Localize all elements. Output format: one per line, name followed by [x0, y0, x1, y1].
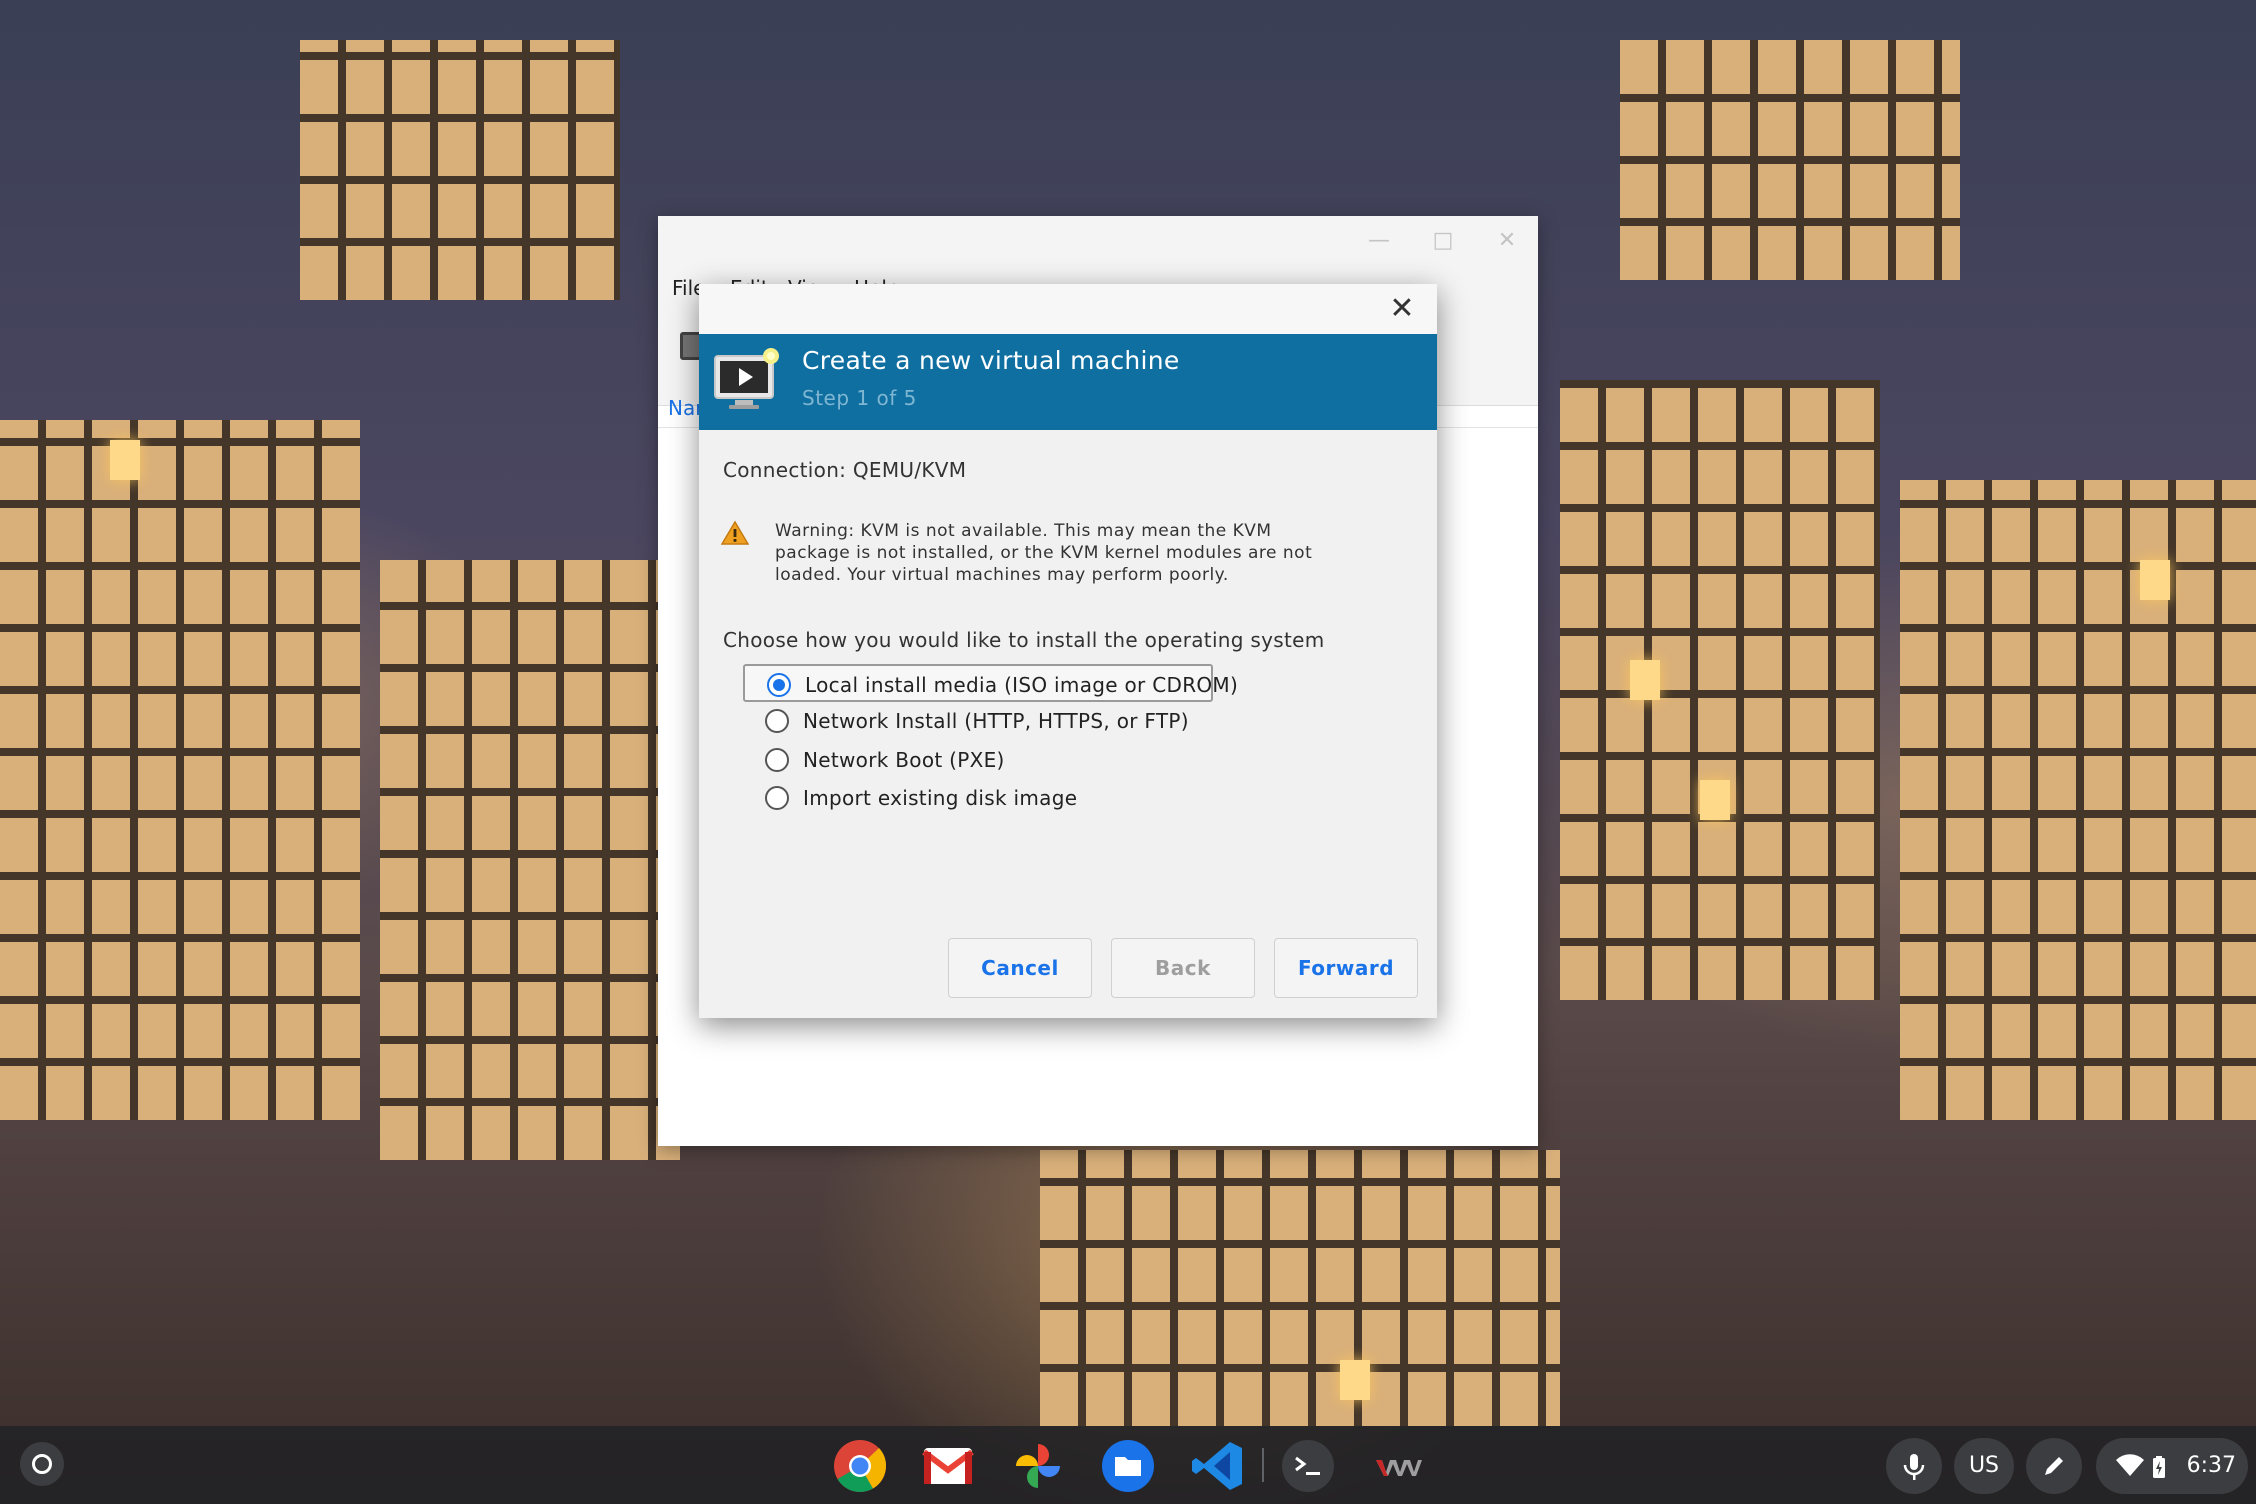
wallpaper-house	[1040, 1150, 1560, 1426]
wallpaper-lit-window	[1340, 1360, 1370, 1400]
battery-icon	[2153, 1456, 2165, 1478]
cancel-button[interactable]: Cancel	[948, 938, 1092, 998]
install-method-label: Choose how you would like to install the…	[723, 628, 1325, 652]
forward-button[interactable]: Forward	[1274, 938, 1418, 998]
pen-icon	[2045, 1457, 2063, 1475]
dialog-title: Create a new virtual machine	[802, 346, 1180, 375]
wallpaper-lit-window	[1700, 780, 1730, 820]
virt-manager-icon[interactable]	[1370, 1438, 1426, 1494]
chrome-icon[interactable]	[832, 1438, 888, 1494]
radio-network-boot[interactable]: Network Boot (PXE)	[743, 741, 1213, 779]
wallpaper-house	[0, 420, 360, 1120]
radio-local-install-media[interactable]: Local install media (ISO image or CDROM)	[743, 664, 1238, 702]
radio-label: Network Install (HTTP, HTTPS, or FTP)	[803, 709, 1189, 733]
wallpaper-house	[1560, 380, 1880, 1000]
step-indicator: Step 1 of 5	[802, 386, 917, 410]
close-icon[interactable]: ✕	[1385, 292, 1419, 326]
back-button[interactable]: Back	[1111, 938, 1255, 998]
dialog-titlebar: ✕	[699, 284, 1437, 334]
gmail-icon[interactable]	[920, 1438, 976, 1494]
vscode-icon[interactable]	[1190, 1438, 1246, 1494]
microphone-icon	[1903, 1454, 1925, 1480]
wallpaper-lit-window	[110, 440, 140, 480]
wallpaper-house	[380, 560, 680, 1160]
radio-import-disk-image[interactable]: Import existing disk image	[743, 779, 1213, 817]
launcher-icon[interactable]	[20, 1442, 64, 1486]
close-icon[interactable]: ✕	[1492, 226, 1522, 256]
new-vm-dialog: ✕ Create a new virtual machine Step 1 of…	[699, 284, 1437, 1018]
radio-label: Import existing disk image	[803, 786, 1078, 810]
radio-button-selected[interactable]	[767, 673, 791, 697]
radio-button[interactable]	[765, 709, 789, 733]
wallpaper-house	[1900, 480, 2256, 1120]
minimize-icon[interactable]: —	[1364, 226, 1394, 256]
photos-icon[interactable]	[1010, 1438, 1066, 1494]
wallpaper-house	[300, 40, 620, 300]
shelf-separator	[1262, 1448, 1264, 1482]
stylus-tools-button[interactable]	[2026, 1438, 2082, 1494]
radio-label: Network Boot (PXE)	[803, 748, 1005, 772]
microphone-button[interactable]	[1886, 1438, 1942, 1494]
wifi-icon	[2116, 1454, 2144, 1476]
wallpaper-house	[1620, 40, 1960, 280]
radio-button[interactable]	[765, 786, 789, 810]
clock: 6:37	[2186, 1453, 2236, 1478]
wallpaper-lit-window	[1630, 660, 1660, 700]
vm-monitor-icon	[714, 348, 779, 409]
radio-label: Local install media (ISO image or CDROM)	[805, 673, 1239, 697]
shelf-taskbar: US 6:37	[0, 1426, 2256, 1504]
system-tray[interactable]: 6:37	[2096, 1438, 2248, 1494]
maximize-icon[interactable]: □	[1428, 226, 1458, 256]
files-icon[interactable]	[1100, 1438, 1156, 1494]
input-method-indicator[interactable]: US	[1954, 1438, 2014, 1494]
window-titlebar: — □ ✕	[658, 216, 1538, 266]
warning-icon	[721, 520, 749, 545]
terminal-icon[interactable]	[1280, 1438, 1336, 1494]
wallpaper-lit-window	[2140, 560, 2170, 600]
radio-button[interactable]	[765, 748, 789, 772]
dialog-header-banner: Create a new virtual machine Step 1 of 5	[699, 334, 1437, 430]
radio-network-install[interactable]: Network Install (HTTP, HTTPS, or FTP)	[743, 702, 1213, 740]
connection-label: Connection: QEMU/KVM	[723, 458, 967, 482]
kvm-warning-text: Warning: KVM is not available. This may …	[775, 521, 1313, 585]
